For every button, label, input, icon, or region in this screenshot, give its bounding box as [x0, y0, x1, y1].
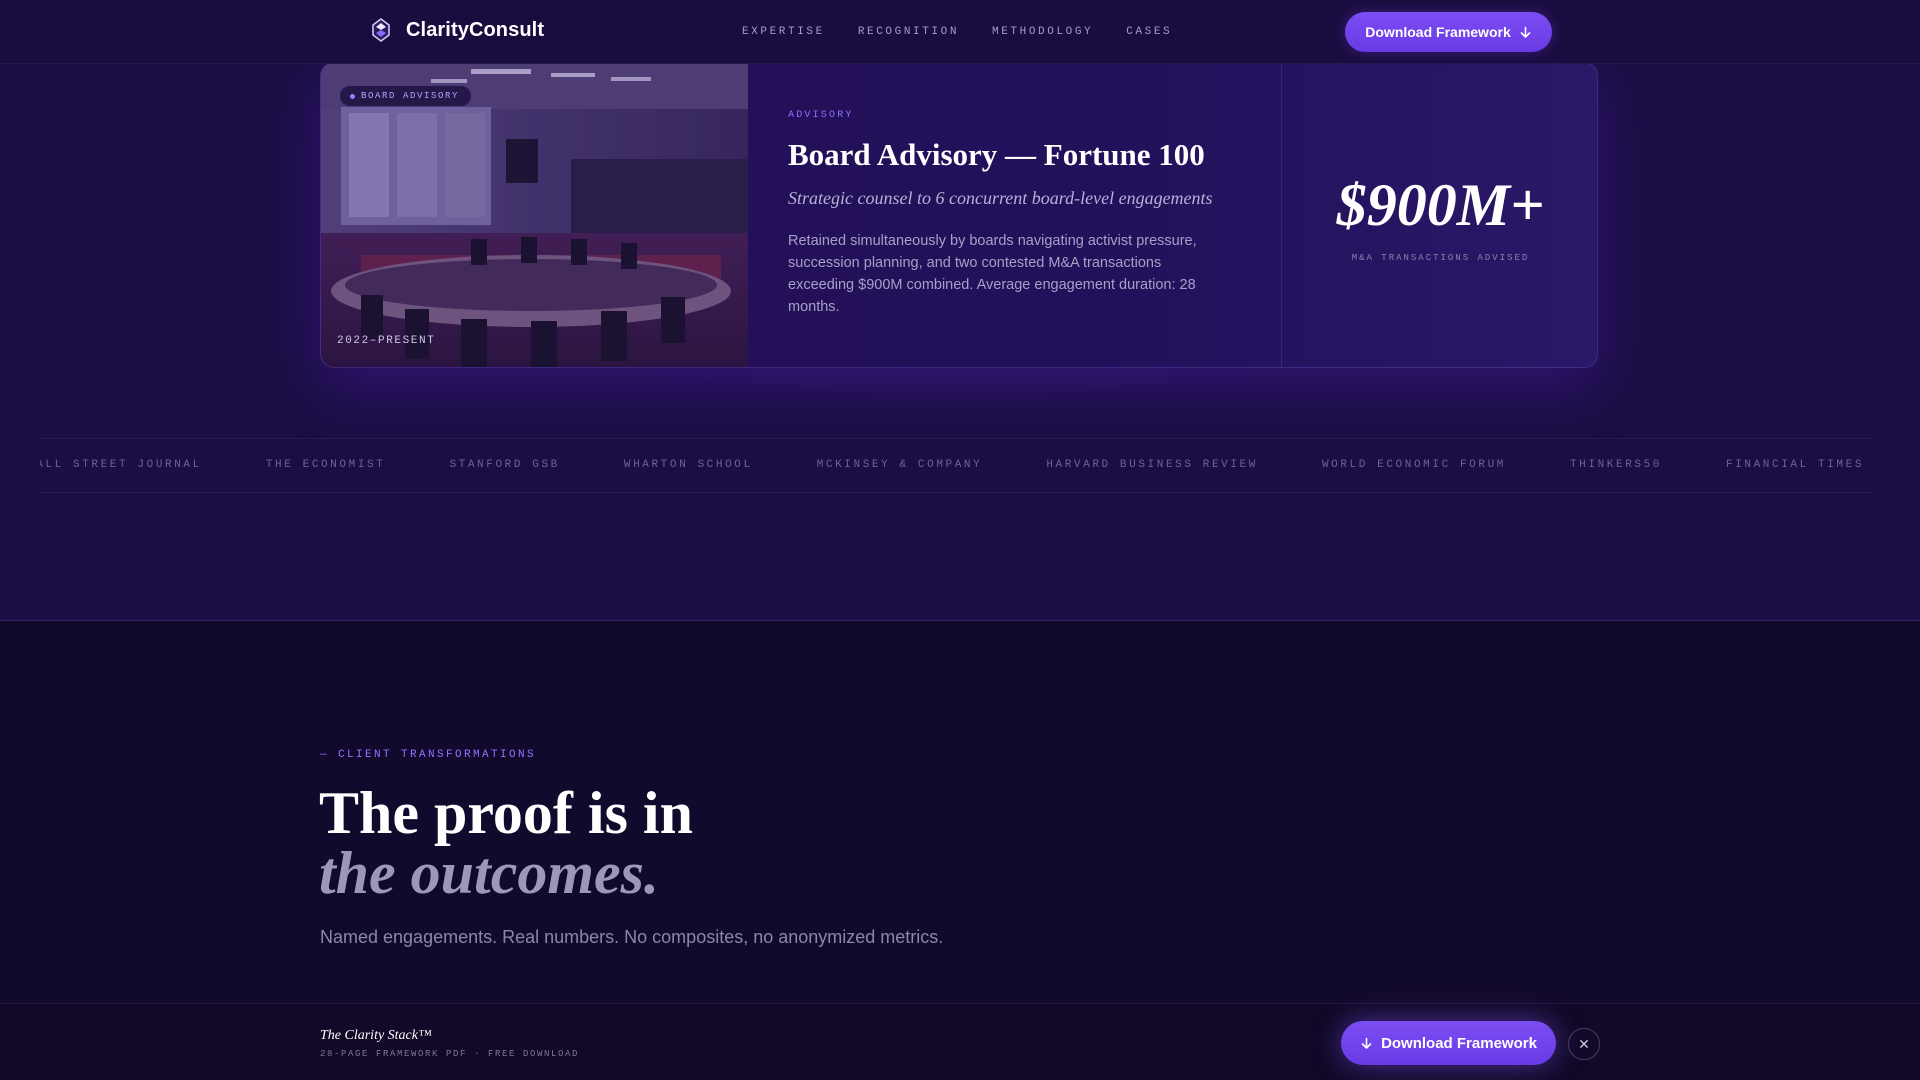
category-badge: BOARD ADVISORY [339, 85, 473, 107]
sticky-title: The Clarity Stack™ [320, 1028, 432, 1043]
section-eyebrow: — CLIENT TRANSFORMATIONS [320, 749, 537, 761]
sticky-download-button[interactable]: Download Framework [1341, 1021, 1556, 1065]
section-headline-italic: the outcomes. [319, 840, 659, 906]
badge-label: BOARD ADVISORY [361, 91, 460, 101]
case-description: Retained simultaneously by boards naviga… [788, 233, 1197, 315]
nav-links: EXPERTISE RECOGNITION METHODOLOGY CASES [742, 26, 1172, 38]
press-logo-financial-times: FINANCIAL TIMES [1726, 459, 1865, 471]
nav-link-cases[interactable]: CASES [1126, 26, 1172, 38]
press-logo-mckinsey: MCKINSEY & COMPANY [816, 459, 983, 471]
nav-link-expertise[interactable]: EXPERTISE [742, 26, 825, 38]
press-logo-the-economist: THE ECONOMIST [265, 459, 386, 471]
section-headline: The proof is in [319, 780, 693, 846]
arrow-down-icon [1520, 26, 1531, 38]
gem-logo-icon [372, 18, 390, 42]
press-logo-stanford-gsb: STANFORD GSB [449, 459, 560, 471]
case-title: Board Advisory — Fortune 100 [788, 137, 1205, 172]
stat-value: $900M+ [1336, 172, 1545, 238]
case-details: ADVISORY Board Advisory — Fortune 100 St… [788, 63, 1238, 367]
case-eyebrow: ADVISORY [788, 110, 854, 121]
case-subtitle: Strategic counsel to 6 concurrent board-… [788, 188, 1213, 208]
stat-label: M&A TRANSACTIONS ADVISED [1351, 253, 1530, 263]
press-track: WALL STREET JOURNAL THE ECONOMIST STANFO… [40, 459, 1872, 471]
download-framework-label: Download Framework [1365, 24, 1511, 40]
boardroom-illustration [321, 63, 748, 367]
engagement-period: 2022–PRESENT [337, 335, 436, 347]
arrow-down-icon [1361, 1037, 1372, 1049]
sticky-subtitle: 28-PAGE FRAMEWORK PDF · FREE DOWNLOAD [320, 1049, 580, 1059]
section-divider [0, 620, 1920, 621]
close-icon[interactable]: ✕ [1568, 1028, 1600, 1060]
brand[interactable]: ClarityConsult [370, 18, 544, 42]
case-stat: $900M+ M&A TRANSACTIONS ADVISED [1282, 63, 1597, 367]
download-framework-button[interactable]: Download Framework [1345, 12, 1552, 52]
press-logo-marquee: WALL STREET JOURNAL THE ECONOMIST STANFO… [40, 438, 1872, 493]
press-logo-wef: WORLD ECONOMIC FORUM [1321, 459, 1506, 471]
sticky-download-label: Download Framework [1381, 1034, 1537, 1052]
nav-link-methodology[interactable]: METHODOLOGY [992, 26, 1093, 38]
nav-link-recognition[interactable]: RECOGNITION [858, 26, 959, 38]
press-logo-wall-street-journal: WALL STREET JOURNAL [40, 459, 202, 471]
brand-name: ClarityConsult [406, 18, 545, 41]
press-logo-thinkers50: THINKERS50 [1569, 459, 1662, 471]
case-card-board-advisory[interactable]: BOARD ADVISORY 2022–PRESENT ADVISORY Boa… [320, 62, 1598, 368]
press-logo-hbr: HARVARD BUSINESS REVIEW [1046, 459, 1258, 471]
boardroom-photo: BOARD ADVISORY 2022–PRESENT [321, 63, 748, 367]
badge-dot-icon [350, 93, 355, 99]
top-navigation: ClarityConsult EXPERTISE RECOGNITION MET… [0, 0, 1920, 64]
press-logo-wharton-school: WHARTON SCHOOL [623, 459, 753, 471]
section-description: Named engagements. Real numbers. No comp… [320, 927, 944, 947]
sticky-download-bar: The Clarity Stack™ 28-PAGE FRAMEWORK PDF… [0, 1003, 1920, 1080]
